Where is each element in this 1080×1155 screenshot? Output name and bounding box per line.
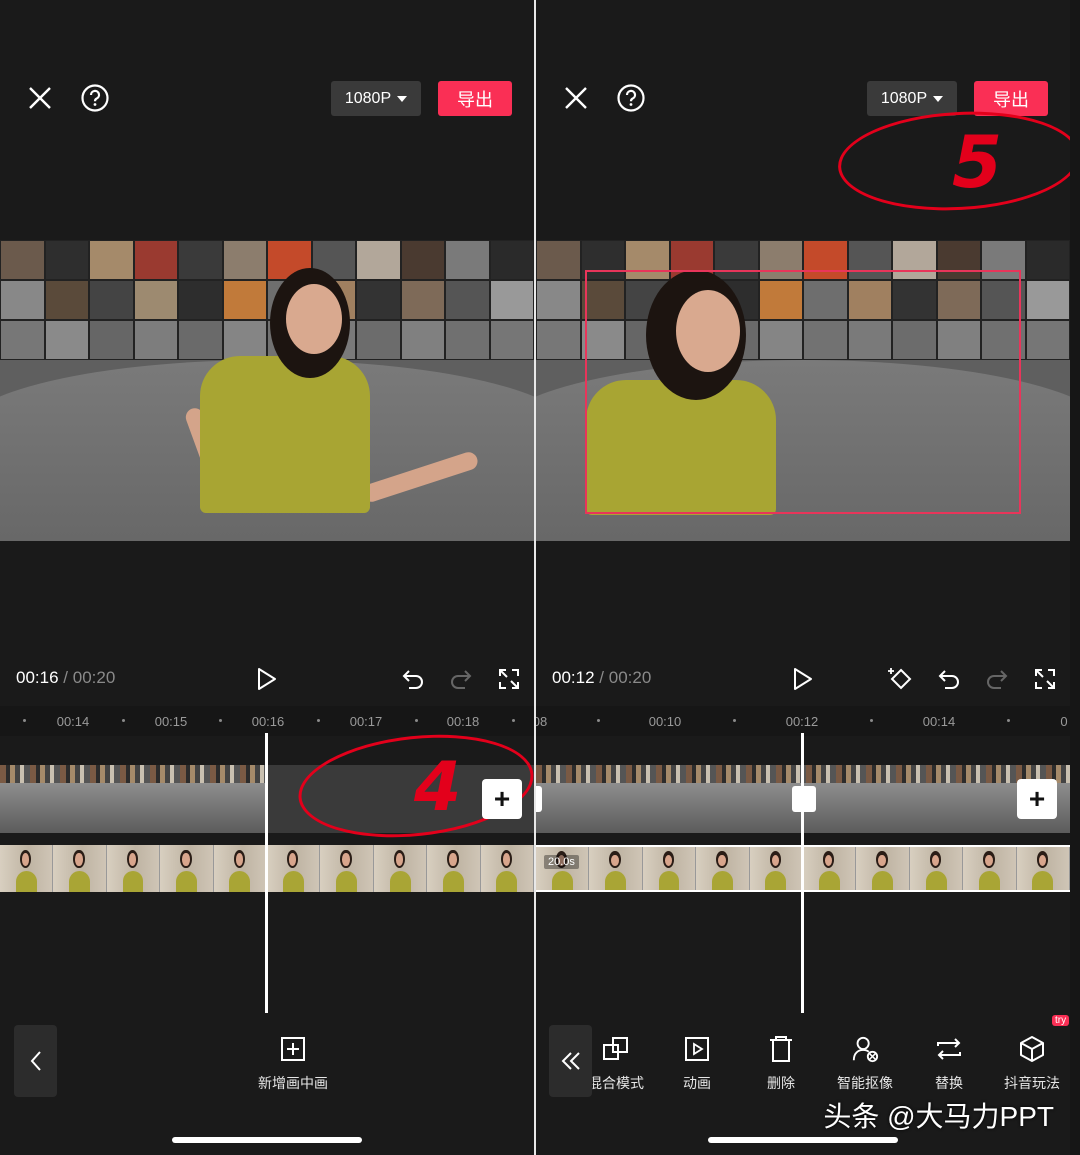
tool-animation[interactable]: 动画: [671, 1033, 723, 1093]
dancer-subject: [170, 268, 490, 518]
replace-icon: [935, 1033, 963, 1065]
export-button[interactable]: 导出: [974, 81, 1048, 116]
dropdown-arrow-icon: [397, 95, 408, 102]
add-icon[interactable]: +: [1017, 779, 1057, 819]
delete-icon: [767, 1033, 795, 1065]
tool-add-pip[interactable]: 新增画中画: [258, 1033, 328, 1093]
home-indicator: [708, 1137, 898, 1143]
tool-label: 动画: [683, 1075, 711, 1091]
fullscreen-icon[interactable]: [1030, 664, 1060, 694]
tool-label: 删除: [767, 1075, 795, 1091]
playhead[interactable]: [265, 733, 268, 1013]
right-editor-screen: 1080P 导出 5 00:12 / 00:20 08 00:10 00:12 …: [536, 0, 1070, 1155]
pip-selection-box[interactable]: [585, 270, 1021, 514]
dropdown-arrow-icon: [933, 95, 944, 102]
animation-icon: [683, 1033, 711, 1065]
resolution-label: 1080P: [880, 89, 928, 107]
playback-bar: 00:16 / 00:20: [0, 660, 534, 696]
watermark: 头条 @大马力PPT: [823, 1101, 1054, 1132]
tool-label: 智能抠像: [837, 1075, 893, 1091]
timeline-ruler[interactable]: 08 00:10 00:12 00:14 0: [536, 706, 1070, 736]
annotation-number: 4: [414, 748, 462, 827]
annotation-number: 5: [952, 120, 1003, 204]
video-preview[interactable]: [536, 240, 1070, 541]
effects-icon: [1018, 1033, 1046, 1065]
resolution-label: 1080P: [344, 89, 392, 107]
playhead[interactable]: [801, 733, 804, 1013]
tool-label: 替换: [935, 1075, 963, 1091]
collapse-double-chevron-icon[interactable]: [549, 1025, 592, 1097]
close-icon[interactable]: [24, 82, 56, 114]
timeline-ruler[interactable]: 00:14 00:15 00:16 00:17 00:18: [0, 706, 534, 736]
playback-bar: 00:12 / 00:20: [536, 660, 1070, 696]
timecode: 00:16 / 00:20: [16, 668, 116, 687]
smart-cutout-icon: [851, 1033, 879, 1065]
left-editor-screen: 1080P 导出 00:16 / 00:20 00:14 00:15 00:16…: [0, 0, 534, 1155]
bottom-toolbar: 新增画中画: [0, 1013, 534, 1155]
undo-icon[interactable]: [398, 664, 428, 694]
try-badge: try: [1052, 1015, 1070, 1026]
tool-smart-cutout[interactable]: 智能抠像: [832, 1033, 898, 1093]
close-icon[interactable]: [560, 82, 592, 114]
back-chevron-icon[interactable]: [14, 1025, 57, 1097]
redo-icon[interactable]: [982, 664, 1012, 694]
play-icon[interactable]: [252, 664, 282, 694]
add-icon: [279, 1033, 307, 1065]
keyframe-icon[interactable]: [886, 664, 916, 694]
play-icon[interactable]: [788, 664, 818, 694]
export-button[interactable]: 导出: [438, 81, 512, 116]
add-icon[interactable]: +: [482, 779, 522, 819]
tool-delete[interactable]: 删除: [755, 1033, 807, 1093]
help-icon[interactable]: [79, 82, 111, 114]
top-bar: 1080P 导出: [0, 0, 534, 200]
clip-duration-label: 20.0s: [544, 855, 579, 869]
clip-trim-handle[interactable]: [536, 786, 542, 812]
redo-icon[interactable]: [446, 664, 476, 694]
tool-label: 新增画中画: [258, 1075, 328, 1091]
home-indicator: [172, 1137, 362, 1143]
resolution-dropdown[interactable]: 1080P: [331, 81, 421, 116]
undo-icon[interactable]: [934, 664, 964, 694]
timecode: 00:12 / 00:20: [552, 668, 652, 687]
tool-douyin-effects[interactable]: 抖音玩法: [1002, 1033, 1062, 1093]
keyframe-marker[interactable]: [792, 786, 816, 812]
help-icon[interactable]: [615, 82, 647, 114]
tool-replace[interactable]: 替换: [923, 1033, 975, 1093]
video-preview[interactable]: [0, 240, 534, 541]
tool-label: 抖音玩法: [1004, 1075, 1060, 1091]
resolution-dropdown[interactable]: 1080P: [867, 81, 957, 116]
fullscreen-icon[interactable]: [494, 664, 524, 694]
blend-mode-icon: [602, 1033, 630, 1065]
tool-label: 混合模式: [588, 1075, 644, 1091]
pip-clip-track[interactable]: [0, 765, 268, 833]
